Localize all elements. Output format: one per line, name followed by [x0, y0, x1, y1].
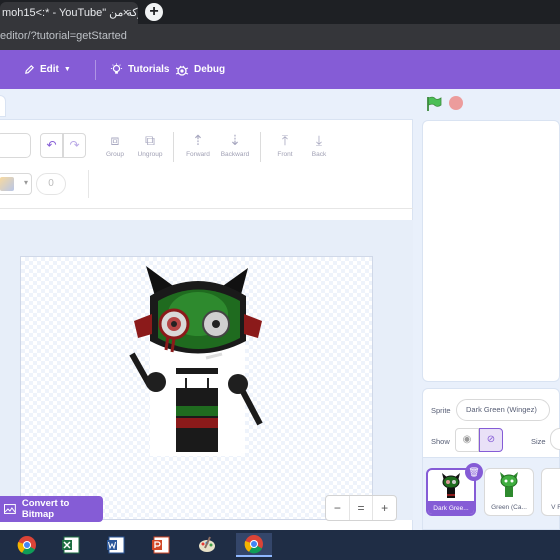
outline-size-input[interactable]: 0: [36, 173, 66, 195]
sprite-name: Dark Gree...: [428, 501, 474, 514]
trash-icon[interactable]: 🗑: [465, 463, 483, 481]
eye-slash-icon: ⊘: [486, 434, 496, 445]
debug-button[interactable]: Debug: [175, 50, 225, 89]
zoom-reset-button[interactable]: =: [350, 496, 374, 520]
tab-close-icon[interactable]: ×: [119, 6, 133, 20]
new-tab-button[interactable]: +: [145, 3, 163, 21]
menu-divider: [95, 60, 96, 80]
costumes-tab[interactable]: [0, 95, 6, 117]
edit-menu[interactable]: Edit ▼: [24, 50, 71, 89]
zoom-in-icon: +: [381, 501, 389, 515]
sprite-drawing[interactable]: [128, 266, 268, 456]
toolbar-divider: [173, 132, 174, 162]
back-button[interactable]: ⤓ Back: [297, 132, 341, 158]
paint-icon[interactable]: [194, 533, 220, 557]
undo-button[interactable]: ↶: [40, 133, 63, 158]
fill-color-picker[interactable]: ▾: [0, 173, 32, 195]
backward-label: Backward: [220, 151, 250, 158]
browser-tab-strip: moh15<:* - YouTube" مشاركة من × +: [0, 0, 560, 24]
tutorials-label: Tutorials: [128, 64, 170, 75]
costume-name-input[interactable]: [0, 133, 31, 158]
chrome-window-icon[interactable]: [236, 533, 272, 557]
redo-button[interactable]: ↷: [63, 133, 86, 158]
ungroup-label: Ungroup: [137, 151, 163, 158]
sprite-name-input[interactable]: Dark Green (Wingez): [456, 399, 550, 421]
convert-to-bitmap-button[interactable]: Convert to Bitmap: [0, 496, 103, 522]
browser-tab[interactable]: moh15<:* - YouTube" مشاركة من ×: [0, 2, 138, 24]
image-icon: [4, 504, 16, 514]
sprite-name: Green (Ca...: [491, 504, 527, 511]
chevron-down-icon: ▼: [63, 66, 71, 73]
tab-title: moh15<:* - YouTube" مشاركة من: [2, 7, 138, 19]
front-label: Front: [277, 151, 293, 158]
windows-taskbar: [0, 530, 560, 560]
debug-label: Debug: [194, 64, 226, 75]
fill-swatch-gradient: [0, 177, 14, 191]
size-label: Size: [531, 437, 546, 446]
back-label: Back: [311, 151, 327, 158]
ungroup-button[interactable]: ⧉ Ungroup: [128, 132, 172, 158]
sprite-tile[interactable]: V Re...: [541, 468, 560, 516]
eye-icon: ◉: [462, 434, 472, 445]
group-icon: ⧈: [110, 132, 120, 148]
forward-icon: ⇡: [192, 132, 204, 148]
edit-menu-label: Edit: [40, 64, 59, 75]
back-icon: ⤓: [315, 132, 323, 148]
undo-icon: ↶: [46, 138, 57, 152]
lightbulb-icon: [110, 63, 123, 74]
chrome-icon[interactable]: [14, 533, 40, 557]
convert-label: Convert to Bitmap: [21, 498, 70, 520]
address-bar[interactable]: editor/?tutorial=getStarted: [0, 24, 560, 50]
chevron-down-icon: ▾: [23, 178, 28, 187]
backward-icon: ⇣: [229, 132, 241, 148]
backward-button[interactable]: ⇣ Backward: [213, 132, 257, 158]
zoom-reset-icon: =: [357, 501, 365, 515]
stage-header: [413, 89, 560, 119]
scratch-menu-bar: Edit ▼ Tutorials Debug: [0, 50, 560, 89]
tutorials-button[interactable]: Tutorials: [110, 50, 169, 89]
pencil-icon: [25, 64, 35, 74]
zoom-out-button[interactable]: −: [326, 496, 350, 520]
stage[interactable]: [422, 120, 560, 382]
stop-icon[interactable]: [449, 96, 463, 110]
toolbar-divider: [260, 132, 261, 162]
word-icon[interactable]: [103, 533, 129, 557]
zoom-controls: − = +: [325, 495, 397, 521]
sprite-tile[interactable]: Green (Ca...: [484, 468, 534, 516]
powerpoint-icon[interactable]: [148, 533, 174, 557]
sprite-name: V Re...: [551, 504, 560, 511]
sprite-label: Sprite: [431, 406, 451, 415]
excel-icon[interactable]: [58, 533, 84, 557]
sprite-thumbnail: [542, 469, 560, 500]
url-text: editor/?tutorial=getStarted: [0, 30, 127, 42]
hide-sprite-button[interactable]: ⊘: [479, 428, 503, 452]
redo-icon: ↷: [69, 138, 80, 152]
ungroup-icon: ⧉: [145, 132, 155, 148]
green-flag-icon[interactable]: [425, 95, 443, 113]
zoom-out-icon: −: [333, 501, 341, 515]
forward-label: Forward: [186, 151, 210, 158]
toolbar-bottom-border: [0, 208, 413, 209]
bug-icon: [175, 65, 189, 76]
group-label: Group: [105, 151, 125, 158]
sprite-thumbnail: [485, 469, 533, 500]
toolbar-divider: [88, 170, 89, 198]
zoom-in-button[interactable]: +: [373, 496, 396, 520]
show-label: Show: [431, 437, 450, 446]
front-icon: ⤒: [281, 132, 289, 148]
show-sprite-button[interactable]: ◉: [455, 428, 479, 452]
